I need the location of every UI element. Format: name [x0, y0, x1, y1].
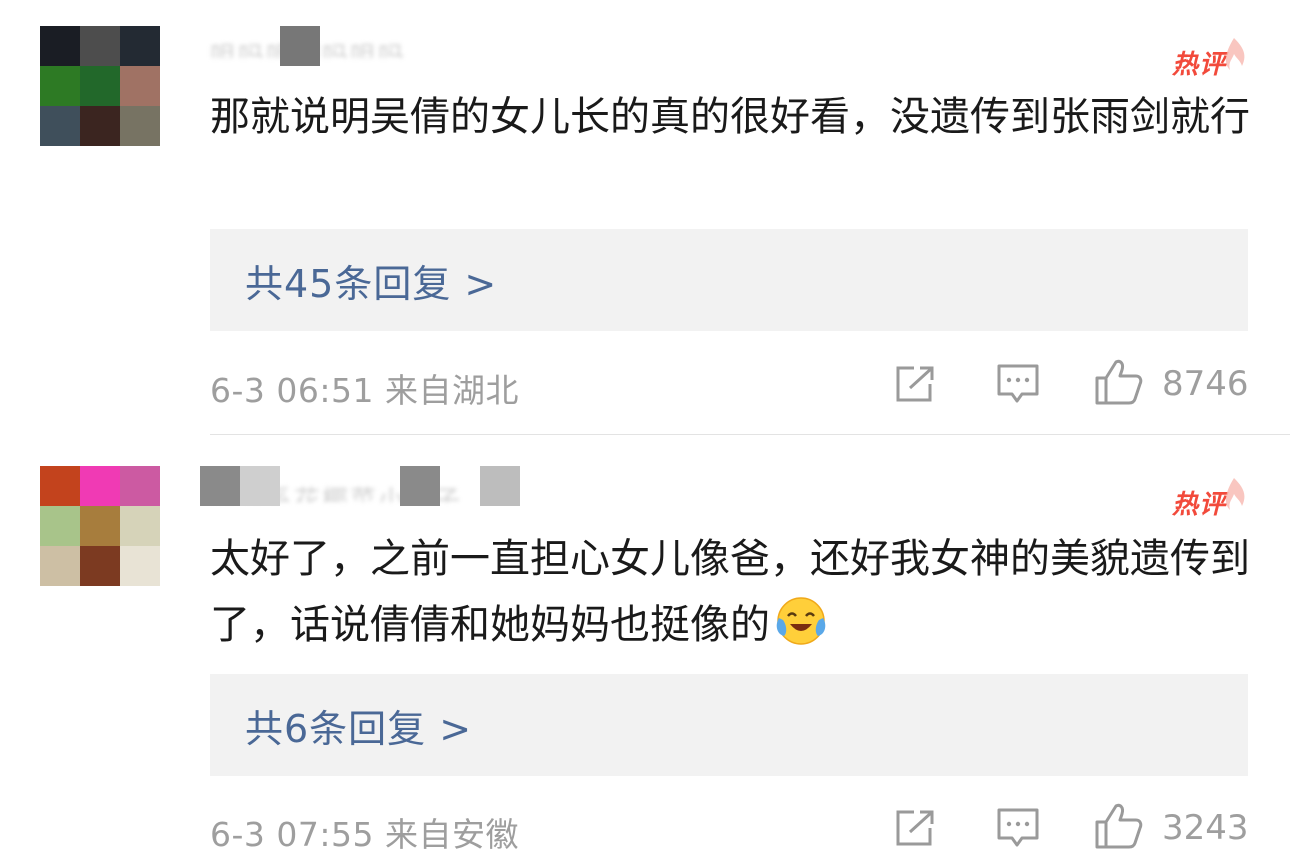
avatar-pixel	[120, 546, 160, 586]
share-icon[interactable]	[894, 808, 938, 848]
avatar-pixel	[120, 26, 160, 66]
location: 来自湖北	[385, 371, 519, 410]
thumbs-up-icon[interactable]	[1094, 358, 1144, 406]
reply-count-label: 共6条回复 >	[245, 706, 473, 751]
avatar[interactable]	[40, 466, 160, 586]
thumbs-up-icon[interactable]	[1094, 802, 1144, 850]
avatar-pixel	[120, 106, 160, 146]
username-mosaic	[200, 466, 240, 506]
location: 来自安徽	[385, 815, 519, 854]
share-icon[interactable]	[894, 364, 938, 404]
hot-label: 热评	[1172, 50, 1227, 80]
comment-text: 太好了，之前一直担心女儿像爸，还好我女神的美貌遗传到了，话说倩倩和她妈妈也挺像的	[210, 526, 1250, 658]
comment-text-body: 太好了，之前一直担心女儿像爸，还好我女神的美貌遗传到了，话说倩倩和她妈妈也挺像的	[210, 536, 1250, 648]
divider	[210, 434, 1290, 435]
avatar-pixel	[40, 466, 80, 506]
hot-comment-badge: 热评	[1170, 476, 1250, 520]
avatar-pixel	[120, 506, 160, 546]
avatar-pixel	[40, 26, 80, 66]
avatar-pixel	[80, 106, 120, 146]
avatar-pixel	[80, 66, 120, 106]
username[interactable]: 咀吗咀嗣吗咀吗	[210, 36, 530, 58]
avatar-pixel	[40, 106, 80, 146]
avatar-pixel	[40, 546, 80, 586]
comment-actions: 8746	[890, 358, 1250, 410]
comment-icon[interactable]	[996, 806, 1040, 850]
timestamp: 6-3 06:51	[210, 371, 374, 410]
avatar-pixel	[120, 466, 160, 506]
comment-text: 那就说明吴倩的女儿长的真的很好看，没遗传到张雨剑就行	[210, 94, 1250, 140]
comment-meta: 6-3 07:55 来自安徽	[210, 808, 519, 856]
laugh-cry-emoji	[776, 597, 826, 645]
view-replies-button[interactable]: 共6条回复 >	[210, 674, 1248, 776]
avatar-pixel	[80, 466, 120, 506]
username-mosaic	[240, 466, 280, 506]
username-mosaic	[280, 26, 320, 66]
avatar-pixel	[40, 506, 80, 546]
avatar[interactable]	[40, 26, 160, 146]
hot-comment-badge: 热评	[1170, 36, 1250, 80]
username-mosaic	[400, 466, 440, 506]
comment-icon[interactable]	[996, 362, 1040, 406]
like-count: 3243	[1162, 808, 1249, 848]
comment-meta: 6-3 06:51 来自湖北	[210, 364, 519, 412]
avatar-pixel	[40, 66, 80, 106]
reply-count-label: 共45条回复 >	[245, 261, 498, 306]
avatar-pixel	[80, 546, 120, 586]
like-count: 8746	[1162, 364, 1249, 404]
avatar-pixel	[80, 506, 120, 546]
flame-icon	[1225, 38, 1245, 70]
hot-label: 热评	[1172, 490, 1227, 520]
flame-icon	[1225, 478, 1245, 510]
avatar-pixel	[120, 66, 160, 106]
comment-item: 咀吗咀嗣吗咀吗 热评 那就说明吴倩的女儿长的真的很好看，没遗传到张雨剑就行 共4…	[0, 26, 1290, 436]
comment-actions: 3243	[890, 802, 1250, 854]
avatar-pixel	[80, 26, 120, 66]
username-mosaic	[480, 466, 520, 506]
timestamp: 6-3 07:55	[210, 815, 374, 854]
comment-item: 银河系花椰菜小王子 热评 太好了，之前一直担心女儿像爸，还好我女神的美貌遗传到了…	[0, 466, 1290, 866]
view-replies-button[interactable]: 共45条回复 >	[210, 229, 1248, 331]
